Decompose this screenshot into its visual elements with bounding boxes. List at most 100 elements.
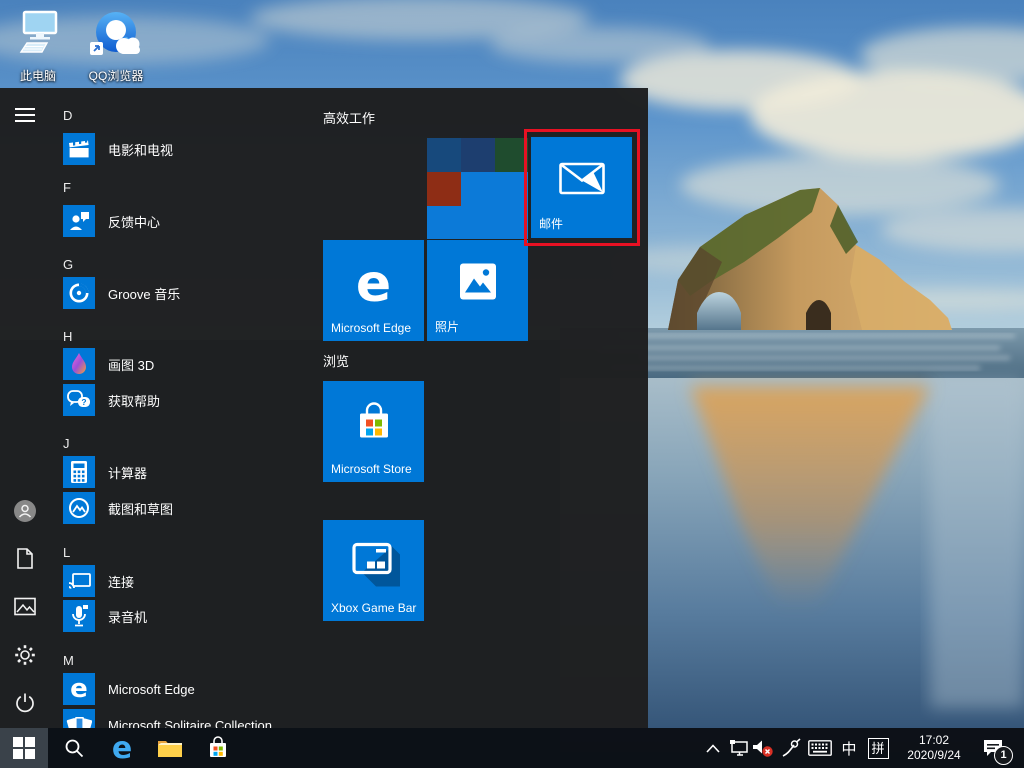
tile-microsoft-store[interactable]: Microsoft Store — [323, 381, 424, 482]
app-label: 连接 — [108, 572, 134, 591]
store-icon — [353, 402, 395, 449]
power-icon — [14, 692, 36, 714]
start-menu-rail — [0, 88, 48, 728]
tray-windows-ink-button[interactable] — [779, 728, 803, 768]
app-row-paint-3d[interactable]: 画图 3D — [63, 348, 318, 380]
tile-label: Microsoft Store — [331, 462, 412, 476]
app-row-movies-tv[interactable]: 电影和电视 — [63, 133, 318, 165]
help-question-glyph: ? — [81, 397, 86, 407]
photos-icon — [458, 262, 498, 307]
app-label: Microsoft Edge — [108, 682, 195, 697]
desktop-icon-qq-browser[interactable]: QQ浏览器 — [78, 8, 154, 84]
power-button[interactable] — [12, 690, 38, 716]
app-row-connect[interactable]: 连接 — [63, 565, 318, 597]
app-list-letter[interactable]: J — [63, 436, 70, 451]
tile-group-title[interactable]: 高效工作 — [323, 108, 375, 127]
pictures-button[interactable] — [12, 594, 38, 620]
settings-button[interactable] — [12, 642, 38, 668]
taskbar-file-explorer-button[interactable] — [148, 728, 192, 768]
tile-xbox-game-bar[interactable]: Xbox Game Bar — [323, 520, 424, 621]
taskbar-store-button[interactable] — [196, 728, 240, 768]
app-row-feedback-hub[interactable]: 反馈中心 — [63, 205, 318, 237]
desktop-icon-label: QQ浏览器 — [78, 67, 154, 84]
tile-photos[interactable]: 照片 — [427, 240, 528, 341]
desktop-icon-label: 此电脑 — [0, 67, 76, 84]
app-row-calculator[interactable]: 计算器 — [63, 456, 318, 488]
snip-sketch-icon — [63, 492, 95, 524]
store-taskbar-icon — [206, 736, 230, 760]
edge-tile-icon: e — [356, 254, 391, 314]
app-list-letter[interactable]: D — [63, 108, 72, 123]
clock-date: 2020/9/24 — [898, 748, 970, 763]
app-list-letter[interactable]: H — [63, 329, 72, 344]
ime-scheme-badge: 拼 — [868, 738, 889, 759]
start-button[interactable] — [0, 728, 48, 768]
paint-3d-icon — [63, 348, 95, 380]
network-icon — [729, 739, 749, 757]
movies-tv-icon — [63, 133, 95, 165]
calculator-icon — [63, 456, 95, 488]
tray-touch-keyboard-button[interactable] — [806, 728, 834, 768]
app-label: 获取帮助 — [108, 391, 160, 410]
this-pc-icon — [13, 8, 63, 60]
ime-mode-indicator: 中 — [841, 738, 856, 759]
app-row-solitaire[interactable]: Microsoft Solitaire Collection — [63, 709, 318, 728]
taskbar-clock[interactable]: 17:02 2020/9/24 — [898, 733, 970, 763]
start-menu: D 电影和电视 F 反馈中心 — [0, 88, 648, 728]
app-label: 画图 3D — [108, 355, 154, 374]
taskbar-search-button[interactable] — [52, 728, 96, 768]
app-list-letter[interactable]: G — [63, 257, 73, 272]
notification-badge: 1 — [994, 746, 1013, 765]
selection-highlight-red-box — [524, 129, 640, 246]
volume-muted-icon — [752, 738, 774, 758]
tile-label: Xbox Game Bar — [331, 601, 416, 615]
app-label: 反馈中心 — [108, 212, 160, 231]
app-label: 计算器 — [108, 463, 147, 482]
app-label: 录音机 — [108, 607, 147, 626]
tile-microsoft-edge[interactable]: e Microsoft Edge — [323, 240, 424, 341]
taskbar-edge-button[interactable]: e — [100, 728, 144, 768]
user-account-button[interactable] — [12, 498, 38, 524]
clock-time: 17:02 — [898, 733, 970, 748]
edge-icon: e — [63, 673, 95, 705]
document-icon — [15, 548, 35, 570]
app-row-snip-sketch[interactable]: 截图和草图 — [63, 492, 318, 524]
app-list-letter[interactable]: M — [63, 653, 74, 668]
voice-recorder-icon — [63, 600, 95, 632]
connect-icon — [63, 565, 95, 597]
app-row-voice-recorder[interactable]: 录音机 — [63, 600, 318, 632]
pictures-icon — [14, 597, 36, 617]
tray-ime-mode-button[interactable]: 中 — [837, 728, 861, 768]
desktop-icon-this-pc[interactable]: 此电脑 — [0, 8, 76, 84]
tile-live-mosaic[interactable] — [427, 138, 528, 239]
app-label: 电影和电视 — [108, 140, 173, 159]
app-label: 截图和草图 — [108, 499, 173, 518]
feedback-hub-icon — [63, 205, 95, 237]
app-row-get-help[interactable]: ? 获取帮助 — [63, 384, 318, 416]
app-list-letter[interactable]: L — [63, 545, 70, 560]
tray-show-hidden-icons[interactable] — [702, 728, 724, 768]
hamburger-icon — [15, 107, 35, 123]
tray-volume-button[interactable] — [751, 728, 775, 768]
app-label: Groove 音乐 — [108, 284, 180, 303]
get-help-icon: ? — [63, 384, 95, 416]
app-label: Microsoft Solitaire Collection — [108, 718, 272, 729]
tray-ime-scheme-button[interactable]: 拼 — [865, 728, 891, 768]
app-row-microsoft-edge[interactable]: e Microsoft Edge — [63, 673, 318, 705]
qq-browser-icon — [86, 8, 146, 60]
groove-music-icon — [63, 277, 95, 309]
tray-network-button[interactable] — [727, 728, 751, 768]
ink-pen-icon — [781, 738, 801, 758]
file-explorer-icon — [157, 737, 183, 759]
action-center-button[interactable]: 1 — [975, 728, 1011, 768]
tile-label: 照片 — [435, 318, 459, 335]
app-row-groove-music[interactable]: Groove 音乐 — [63, 277, 318, 309]
app-list-letter[interactable]: F — [63, 180, 71, 195]
tile-group-title[interactable]: 浏览 — [323, 351, 349, 370]
documents-button[interactable] — [12, 546, 38, 572]
solitaire-icon — [63, 709, 95, 728]
menu-hamburger-button[interactable] — [12, 102, 38, 128]
chevron-up-icon — [706, 744, 720, 753]
edge-taskbar-icon: e — [112, 731, 132, 766]
taskbar: e — [0, 728, 1024, 768]
